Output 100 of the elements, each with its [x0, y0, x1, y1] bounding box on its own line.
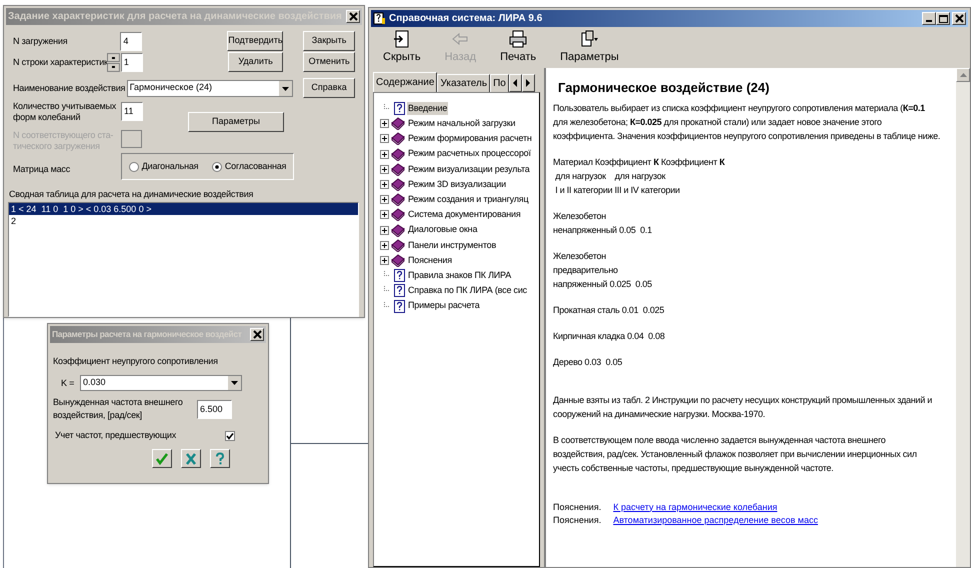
maximize-icon — [938, 14, 948, 22]
help-paragraph: Дерево 0.03 0.05 — [553, 356, 624, 368]
help-heading: Гармоническое воздействие (24) — [558, 79, 770, 97]
close-button[interactable] — [952, 12, 966, 25]
field-label: Наименование воздействия — [13, 82, 126, 94]
help-page-icon — [394, 300, 405, 313]
input-field[interactable] — [121, 130, 142, 148]
cancel-button[interactable] — [181, 449, 201, 468]
tree-item[interactable]: Режим визуализации результа — [407, 162, 531, 176]
tree-item[interactable]: Диалоговые окна — [407, 223, 478, 237]
button[interactable]: Удалить — [228, 52, 284, 72]
tab[interactable]: Указатель — [437, 74, 490, 92]
help-paragraph: Пользователь выбирает из списка коэффициент неупругого сопротивления материала (К=0.1 для железобетона; К=0.025 для прокатной стали) или задает новое значение этого коэффициента. Значения коэффициентов неупругого сопротивления приведены в таблице ниже. — [553, 102, 942, 142]
close-icon — [348, 12, 358, 21]
toolbar-button[interactable]: Печать — [492, 28, 544, 67]
button[interactable]: Отменить — [303, 52, 355, 72]
field-label: Коэффициент неупругого сопротивления — [53, 356, 219, 367]
radio-button[interactable] — [128, 162, 139, 172]
expand-icon — [380, 195, 389, 204]
help-paragraph: Железобетон ненапряженный 0.05 0.1 — [553, 210, 653, 236]
help-paragraph: Данные взяты из табл. 2 Инструкции по расчету несущих конструкций промышленных зданий и сооружений на динамические нагрузки. Москва-1970. — [553, 394, 934, 420]
input-field[interactable]: 11 — [121, 102, 143, 121]
tree-item[interactable]: Примеры расчета — [407, 299, 481, 313]
field-label: K = — [61, 378, 76, 388]
triangle-left-icon — [512, 79, 518, 87]
expand-icon — [380, 210, 389, 220]
expand-icon — [380, 180, 389, 190]
radio-button[interactable] — [212, 162, 222, 172]
x-icon — [184, 452, 198, 465]
input-field[interactable]: 6.500 — [197, 400, 232, 418]
button[interactable]: Справка — [303, 78, 355, 98]
help-link[interactable]: Автоматизированное распределение весов масс — [613, 514, 818, 526]
help-app-icon — [373, 12, 386, 25]
tree-item[interactable]: Правила знаков ПК ЛИРА — [407, 268, 512, 282]
close-icon — [252, 330, 262, 339]
radio-label: Согласованная — [224, 161, 286, 172]
help-paragraph: Материал Коэффициент К Коэффициент К для нагрузок для нагрузок I и II категории III и IV категории — [553, 156, 726, 196]
close-button[interactable] — [250, 328, 264, 341]
tab[interactable]: Содержание — [373, 72, 438, 92]
dropdown[interactable]: 0.030 — [80, 375, 242, 391]
help-button[interactable] — [210, 449, 230, 468]
toolbar-button[interactable]: Скрыть — [375, 28, 429, 67]
tree-item[interactable]: Режим 3D визуализации — [407, 178, 507, 192]
button[interactable]: Параметры — [188, 112, 284, 132]
link-prefix: Пояснения. — [553, 500, 602, 514]
tree-item[interactable]: Режим создания и триангуляц — [407, 192, 530, 206]
list-row[interactable]: 2 — [9, 215, 358, 227]
options-icon — [579, 28, 600, 48]
expand-icon — [380, 119, 389, 128]
field-label: N строки характеристик — [13, 56, 107, 68]
ok-button[interactable] — [152, 449, 172, 468]
tree-item[interactable]: Режим расчетных процессорої — [407, 147, 532, 161]
checkbox-label: Учет частот, предшествующих — [55, 430, 178, 441]
checkbox[interactable] — [225, 430, 235, 440]
book-icon — [391, 224, 405, 237]
help-paragraph: Железобетон предварительно напряженный 0.025 0.05 — [553, 250, 653, 290]
field-label: Количество учитываемых форм колебаний — [13, 101, 118, 123]
maximize-button[interactable] — [936, 12, 950, 25]
tree-item[interactable]: Справка по ПК ЛИРА (все сис — [407, 284, 528, 298]
book-icon — [391, 193, 405, 206]
field-label: Матрица масс — [13, 164, 72, 175]
scroll-right-button[interactable] — [522, 74, 535, 92]
expand-icon — [380, 164, 389, 174]
tree-item[interactable]: Система документирования — [407, 208, 522, 222]
help-icon — [213, 452, 227, 465]
minimize-button[interactable] — [922, 12, 936, 25]
close-icon — [954, 14, 964, 23]
triangle-right-icon — [525, 79, 532, 87]
tree-item[interactable]: Пояснения — [407, 254, 453, 268]
scroll-left-button[interactable] — [508, 74, 522, 92]
field-label: N загружения — [13, 36, 68, 46]
expand-icon — [380, 134, 389, 144]
expand-icon — [380, 226, 389, 235]
list-row[interactable]: 1 < 24 11 0 1 0 > < 0.03 6.500 0 > — [9, 203, 358, 215]
spinner-icon — [107, 52, 120, 72]
dropdown[interactable]: Гармоническое (24) — [126, 80, 294, 96]
input-field[interactable]: 1 — [120, 52, 143, 72]
toolbar-button[interactable]: Параметры — [552, 28, 627, 67]
book-icon — [391, 132, 405, 146]
help-link[interactable]: К расчету на гармонические колебания — [613, 500, 778, 514]
printer-icon — [508, 28, 528, 48]
book-icon — [391, 238, 405, 252]
tree-item[interactable]: Режим формирования расчетн — [407, 132, 533, 146]
book-icon — [391, 178, 405, 192]
tab[interactable]: По — [490, 74, 509, 92]
table-caption: Сводная таблица для расчета на динамические воздействия — [9, 189, 254, 200]
close-button[interactable] — [346, 10, 360, 23]
book-icon — [391, 162, 405, 176]
help-paragraph: Кирпичная кладка 0.04 0.08 — [553, 330, 666, 342]
expand-icon — [380, 240, 389, 250]
help-paragraph: В соответствующем поле ввода численно задается вынужденная частота внешнего воздействия, рад/сек. Установленный флажок позволяет при вычислении инерционных сил учесть собственные частоты, предшествующие вынужденной частоте. — [553, 434, 918, 474]
book-icon — [391, 254, 405, 267]
expand-icon — [380, 150, 389, 159]
input-field[interactable]: 4 — [120, 32, 142, 50]
tree-item[interactable]: Введение — [407, 102, 448, 116]
tree-item[interactable]: Режим начальной загрузки — [407, 117, 516, 131]
book-icon — [391, 117, 405, 130]
button[interactable]: Закрыть — [303, 31, 355, 51]
tree-item[interactable]: Панели инструментов — [407, 238, 498, 252]
scroll-up-icon — [960, 73, 966, 77]
